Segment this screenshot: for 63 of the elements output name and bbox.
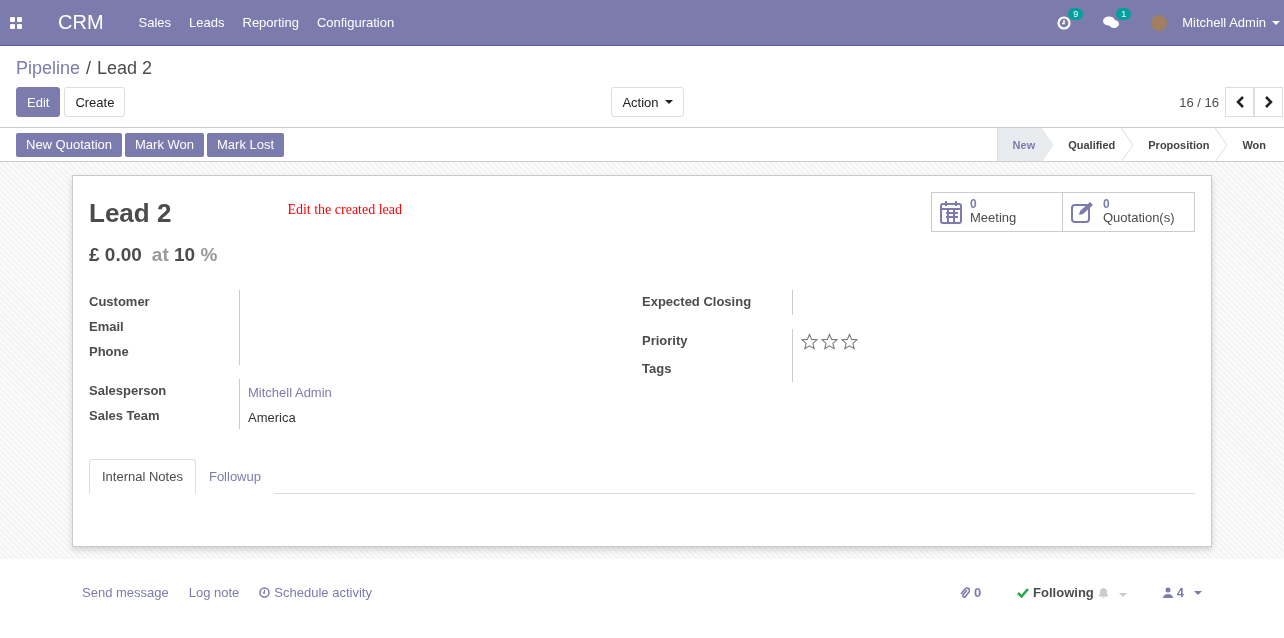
header-button[interactable]: New Quotation (16, 132, 122, 157)
clock-icon[interactable] (1057, 15, 1072, 30)
activity-count-badge: 9 (1068, 7, 1084, 20)
menu-item[interactable]: Configuration (307, 15, 404, 30)
star-icon[interactable] (841, 333, 858, 350)
followers-button[interactable]: 4 (1162, 585, 1202, 600)
header-button[interactable]: Mark Lost (207, 132, 285, 157)
field-label: Phone (89, 343, 130, 361)
breadcrumb-link[interactable]: Pipeline (16, 58, 81, 79)
lead-title: Lead 2 (89, 198, 172, 230)
chevron-right-icon (1263, 96, 1274, 108)
menu-item[interactable]: Sales (129, 15, 181, 30)
field-label: Customer (89, 293, 151, 311)
breadcrumb-separator: / (86, 58, 92, 79)
field-label: Salesperson (89, 382, 168, 400)
attachments-button[interactable]: 0 (959, 585, 982, 600)
chat-icon[interactable] (1103, 16, 1120, 29)
field-value: America (239, 404, 642, 429)
breadcrumb-current: Lead 2 (97, 58, 153, 79)
probability-text: at 10 % (151, 244, 218, 266)
edit-button[interactable]: Edit (16, 87, 61, 117)
expected-revenue: £ 0.00 (89, 244, 142, 266)
action-button[interactable]: Action (611, 87, 684, 117)
stage-button[interactable]: Proposition (1133, 128, 1228, 161)
calendar-icon (940, 200, 962, 224)
clock-icon (259, 587, 271, 598)
header-button[interactable]: Mark Won (125, 132, 204, 157)
avatar-icon (1151, 14, 1168, 31)
schedule-activity-link[interactable]: Schedule activity (259, 585, 372, 600)
stage-arrow-divider (1215, 128, 1228, 162)
pager-counter: 16 / 16 (1179, 94, 1219, 110)
stage-button[interactable]: Qualified (1053, 128, 1134, 161)
following-button[interactable]: Following (1017, 585, 1127, 600)
annotation-text: Edit the created lead (287, 202, 403, 219)
previous-button[interactable] (1225, 87, 1254, 117)
menu-item[interactable]: Reporting (233, 15, 308, 30)
bell-icon (1097, 586, 1109, 599)
edit-icon (1071, 201, 1095, 223)
chevron-left-icon (1234, 96, 1245, 108)
apps-menu-icon[interactable] (10, 16, 22, 29)
field-label: Priority (642, 332, 689, 350)
field-link[interactable]: Mitchell Admin (239, 379, 642, 404)
stage-button[interactable]: New (997, 128, 1054, 161)
user-menu[interactable]: Mitchell Admin (1182, 15, 1280, 30)
message-count-badge: 1 (1116, 8, 1132, 20)
notebook-tab[interactable]: Internal Notes (89, 459, 196, 494)
app-name: CRM (58, 11, 104, 34)
paperclip-icon (959, 586, 970, 599)
next-button[interactable] (1254, 87, 1283, 117)
person-icon (1162, 587, 1173, 598)
stage-button[interactable]: Won (1227, 128, 1284, 161)
create-button[interactable]: Create (64, 87, 126, 117)
field-label: Email (89, 318, 125, 336)
star-icon[interactable] (821, 333, 838, 350)
check-icon (1017, 587, 1030, 598)
log-note-link[interactable]: Log note (188, 585, 240, 600)
field-label: Sales Team (89, 407, 161, 425)
send-message-link[interactable]: Send message (82, 585, 169, 600)
field-label: Tags (642, 360, 673, 378)
field-label: Expected Closing (642, 293, 753, 311)
star-icon[interactable] (801, 333, 818, 350)
stage-arrow-divider (1121, 128, 1134, 162)
menu-item[interactable]: Leads (180, 15, 234, 30)
